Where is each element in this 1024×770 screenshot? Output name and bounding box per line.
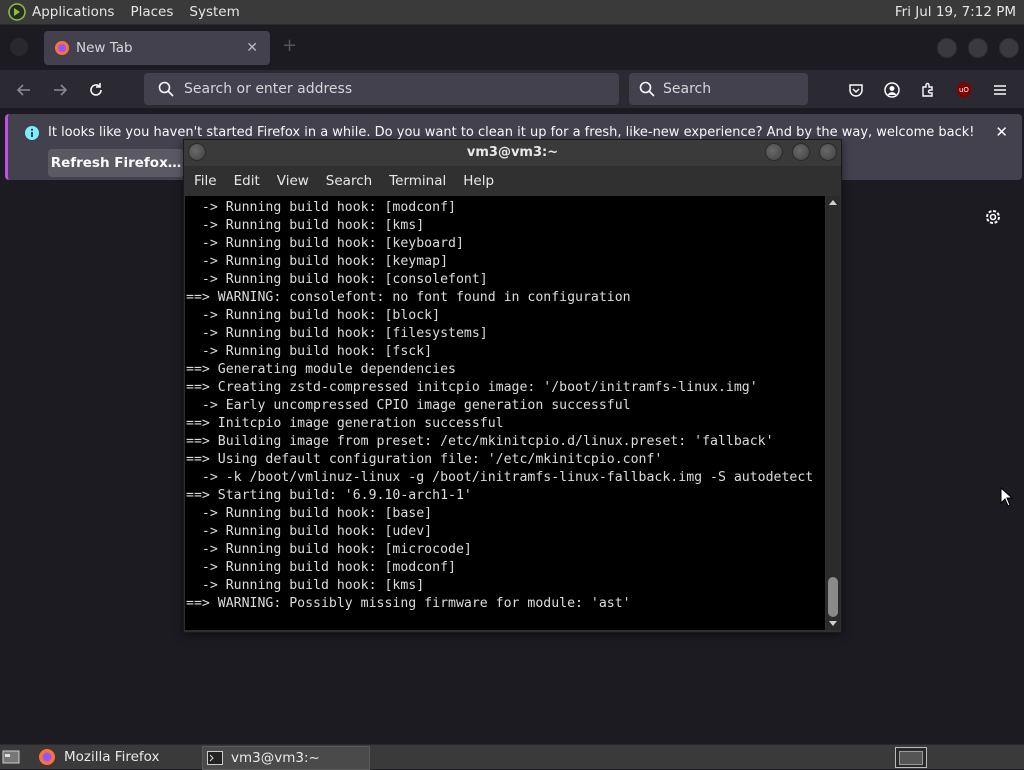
terminal-window: vm3@vm3:~ File Edit View Search Terminal… xyxy=(183,139,842,633)
bottom-panel: Mozilla Firefox vm3@vm3:~ xyxy=(0,744,1024,770)
terminal-line: ==> Creating zstd-compressed initcpio im… xyxy=(186,380,758,395)
terminal-line: -> Running build hook: [kms] xyxy=(201,218,425,233)
maximize-button[interactable] xyxy=(968,38,988,58)
account-icon[interactable] xyxy=(881,79,903,101)
terminal-output[interactable]: -> Running build hook: [modconf] -> Runn… xyxy=(185,196,825,630)
terminal-menubar: File Edit View Search Terminal Help xyxy=(184,167,841,195)
extensions-puzzle-icon[interactable] xyxy=(917,79,939,101)
top-panel: Applications Places System Fri Jul 19, 7… xyxy=(0,0,1024,25)
scroll-down-icon[interactable] xyxy=(829,621,837,626)
tab-close-icon[interactable]: ✕ xyxy=(246,40,258,56)
gear-icon[interactable] xyxy=(983,207,1003,227)
places-menu[interactable]: Places xyxy=(130,4,173,20)
firefox-icon xyxy=(39,749,55,765)
info-icon xyxy=(25,126,39,140)
taskbar-firefox[interactable]: Mozilla Firefox xyxy=(34,746,194,768)
scroll-up-icon[interactable] xyxy=(829,200,837,205)
firefox-favicon-icon xyxy=(55,41,69,55)
terminal-line: ==> WARNING: Possibly missing firmware f… xyxy=(186,596,631,611)
terminal-line: -> Running build hook: [modconf] xyxy=(201,560,456,575)
terminal-line: -> Running build hook: [udev] xyxy=(201,524,433,539)
terminal-line: ==> WARNING: consolefont: no font found … xyxy=(186,290,631,305)
mouse-cursor-icon xyxy=(1000,487,1014,507)
tab-new-tab[interactable]: New Tab ✕ xyxy=(44,31,270,65)
ublock-badge: uO xyxy=(959,86,969,94)
terminal-text: -> Running build hook: [modconf] -> Runn… xyxy=(185,196,825,613)
search-icon xyxy=(158,81,174,97)
new-tab-plus-icon[interactable]: + xyxy=(282,35,297,56)
search-icon xyxy=(639,81,655,97)
menu-view[interactable]: View xyxy=(277,173,309,189)
desktop-icon xyxy=(2,750,20,764)
terminal-line: -> Running build hook: [fsck] xyxy=(201,344,433,359)
reload-icon[interactable] xyxy=(85,79,107,101)
applications-menu[interactable]: Applications xyxy=(32,4,114,20)
workspace-switcher[interactable] xyxy=(895,747,927,768)
terminal-line: -> Running build hook: [keymap] xyxy=(201,254,449,269)
minimize-button[interactable] xyxy=(937,38,957,58)
taskbar-terminal-label: vm3@vm3:~ xyxy=(231,750,320,766)
address-bar[interactable]: Search or enter address xyxy=(144,73,619,105)
notification-close-icon[interactable]: ✕ xyxy=(995,123,1008,141)
back-arrow-icon[interactable] xyxy=(13,79,35,101)
address-placeholder: Search or enter address xyxy=(184,81,353,97)
notification-message: It looks like you haven't started Firefo… xyxy=(48,125,975,140)
tab-overview-icon[interactable] xyxy=(10,38,28,56)
terminal-line: -> -k /boot/vmlinuz-linux -g /boot/initr… xyxy=(201,470,814,485)
search-bar[interactable]: Search xyxy=(629,73,808,105)
terminal-line: -> Running build hook: [filesystems] xyxy=(201,326,488,341)
ublock-origin-icon[interactable]: uO xyxy=(953,79,975,101)
show-desktop-button[interactable] xyxy=(2,746,24,768)
terminal-line: ==> Building image from preset: /etc/mki… xyxy=(186,434,774,449)
terminal-close-button[interactable] xyxy=(819,143,837,161)
terminal-line: -> Running build hook: [kms] xyxy=(201,578,425,593)
taskbar-firefox-label: Mozilla Firefox xyxy=(64,749,160,765)
terminal-line: -> Early uncompressed CPIO image generat… xyxy=(201,398,631,413)
pocket-icon[interactable] xyxy=(845,79,867,101)
system-menu[interactable]: System xyxy=(189,4,239,20)
terminal-icon xyxy=(207,751,223,765)
forward-arrow-icon[interactable] xyxy=(49,79,71,101)
panel-clock[interactable]: Fri Jul 19, 7:12 PM xyxy=(895,4,1016,20)
firefox-tab-bar: New Tab ✕ + xyxy=(0,25,1024,70)
menu-search[interactable]: Search xyxy=(326,173,372,189)
terminal-scrollbar[interactable] xyxy=(826,196,840,630)
terminal-line: ==> Starting build: '6.9.10-arch1-1' xyxy=(186,488,472,503)
firefox-toolbar: Search or enter address Search uO xyxy=(0,70,1024,108)
terminal-line: ==> Using default configuration file: '/… xyxy=(186,452,663,467)
tab-title: New Tab xyxy=(76,40,133,56)
terminal-line: -> Running build hook: [modconf] xyxy=(201,200,456,215)
terminal-line: -> Running build hook: [block] xyxy=(201,308,441,323)
terminal-maximize-button[interactable] xyxy=(792,143,810,161)
scrollbar-thumb[interactable] xyxy=(828,577,838,617)
hamburger-menu-icon[interactable] xyxy=(989,79,1011,101)
refresh-firefox-button[interactable]: Refresh Firefox… xyxy=(48,149,184,177)
terminal-title: vm3@vm3:~ xyxy=(466,145,559,160)
distro-logo-icon[interactable] xyxy=(8,3,26,21)
terminal-line: -> Running build hook: [microcode] xyxy=(201,542,472,557)
menu-terminal[interactable]: Terminal xyxy=(389,173,446,189)
menu-edit[interactable]: Edit xyxy=(234,173,260,189)
menu-help[interactable]: Help xyxy=(463,173,494,189)
menu-file[interactable]: File xyxy=(194,173,217,189)
terminal-titlebar[interactable]: vm3@vm3:~ xyxy=(184,140,841,166)
terminal-line: ==> Generating module dependencies xyxy=(186,362,456,377)
terminal-line: -> Running build hook: [consolefont] xyxy=(201,272,488,287)
terminal-line: -> Running build hook: [base] xyxy=(201,506,433,521)
taskbar-terminal[interactable]: vm3@vm3:~ xyxy=(202,746,370,770)
terminal-minimize-button[interactable] xyxy=(765,143,783,161)
search-placeholder: Search xyxy=(663,81,712,97)
terminal-line: ==> Initcpio image generation successful xyxy=(186,416,504,431)
close-window-button[interactable] xyxy=(999,38,1019,58)
terminal-line: -> Running build hook: [keyboard] xyxy=(201,236,464,251)
